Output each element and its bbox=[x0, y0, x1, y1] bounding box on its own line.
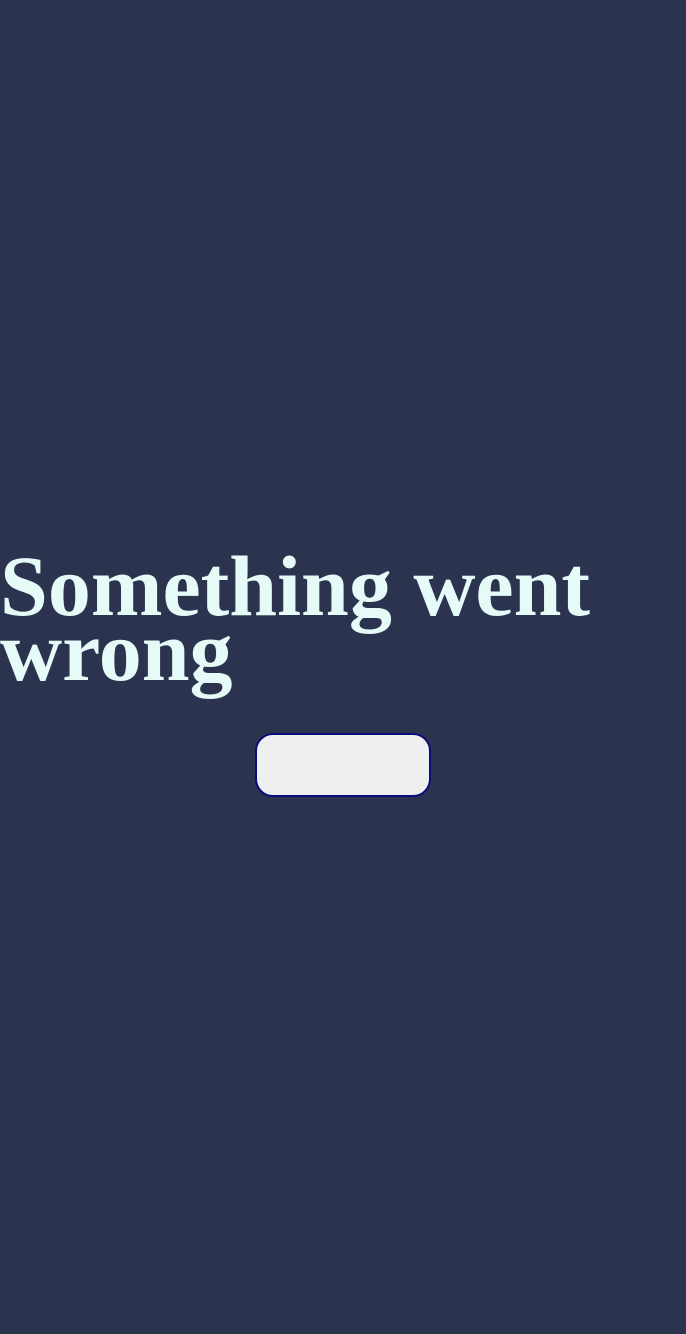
retry-button[interactable] bbox=[255, 733, 431, 797]
error-title: Something went wrong bbox=[0, 538, 591, 699]
